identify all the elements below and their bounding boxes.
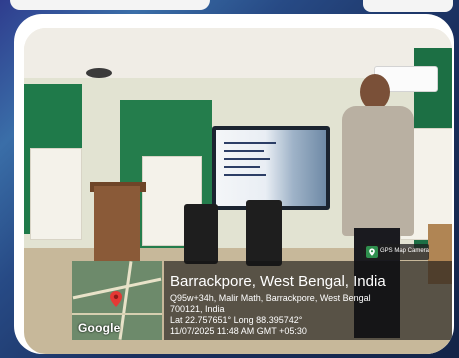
ceiling-fan xyxy=(86,68,112,78)
slide-text-line xyxy=(224,150,264,152)
top-left-tab xyxy=(10,0,210,10)
address-line-2: 700121, India xyxy=(170,304,225,314)
badge-label: GPS Map Camera xyxy=(380,248,430,254)
speaker-jacket xyxy=(342,106,414,236)
chair xyxy=(246,200,282,266)
coordinates: Lat 22.757651° Long 88.395742° xyxy=(170,315,303,325)
top-right-tab xyxy=(363,0,453,12)
slide-text-line xyxy=(224,158,270,160)
presentation-screen xyxy=(212,126,330,210)
slide-text-line xyxy=(224,142,276,144)
slide xyxy=(216,130,326,206)
google-logo: Google xyxy=(78,321,121,335)
map-road xyxy=(72,313,162,315)
location-title: Barrackpore, West Bengal, India xyxy=(170,273,386,290)
datetime: 11/07/2025 11:48 AM GMT +05:30 xyxy=(170,326,307,336)
gps-map-camera-badge: GPS Map Camera xyxy=(363,244,429,260)
location-info-overlay: Barrackpore, West Bengal, India Q95w+34h… xyxy=(164,261,452,340)
chair xyxy=(184,204,218,264)
podium xyxy=(94,186,140,266)
window-curtain xyxy=(30,148,82,240)
camera-map-icon xyxy=(366,246,378,258)
photo-frame: GPS Map Camera Google Barrackpore, West … xyxy=(14,14,454,354)
speaker-head xyxy=(360,74,390,110)
slide-text-line xyxy=(224,166,260,168)
slide-text-line xyxy=(224,174,266,176)
map-pin-icon xyxy=(110,291,122,307)
address-line-1: Q95w+34h, Malir Math, Barrackpore, West … xyxy=(170,293,371,303)
location-map: Google xyxy=(72,261,162,340)
